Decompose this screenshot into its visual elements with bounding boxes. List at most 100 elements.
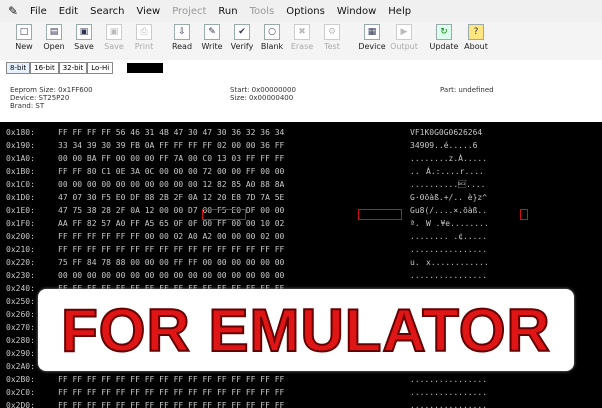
menu-options[interactable]: Options (280, 6, 331, 17)
erase-button[interactable]: ✖ Erase (288, 22, 316, 58)
toolbar-button-label: Erase (290, 42, 314, 51)
hex-bytes[interactable]: FF FF FF FF 56 46 31 4B 47 30 47 30 36 3… (58, 126, 284, 139)
hex-row[interactable]: 0x180: FF FF FF FF 56 46 31 4B 47 30 47 3… (0, 126, 602, 139)
hex-bytes[interactable]: 33 34 39 30 39 FB 0A FF FF FF FF 02 00 0… (58, 139, 284, 152)
hex-address: 0x1D0: (6, 193, 35, 202)
hex-row[interactable]: 0x190: 33 34 39 30 39 FB 0A FF FF FF FF 0… (0, 139, 602, 152)
write-button[interactable]: ✎ Write (198, 22, 226, 58)
hex-ascii[interactable]: ª.W .¥e........ (410, 217, 489, 230)
toolbar-button-label: Verify (230, 42, 254, 51)
toolbar-button-label: Blank (260, 42, 284, 51)
menu-tools[interactable]: Tools (244, 6, 281, 17)
hex-address: 0x260: (6, 310, 35, 319)
hex-row[interactable]: 0x1C0: 00 00 00 00 00 00 00 00 00 00 12 8… (0, 178, 602, 191)
hex-ascii[interactable]: u.x............ (410, 256, 489, 269)
hex-ascii[interactable]: ........z.À..... (410, 152, 487, 165)
output-button[interactable]: ▶ Output (390, 22, 418, 58)
test-icon: ⚙ (324, 24, 340, 40)
tab-lohi[interactable]: Lo-Hi (87, 62, 114, 74)
hex-row[interactable]: 0x2D0: FF FF FF FF FF FF FF FF FF FF FF F… (0, 399, 602, 408)
update-button[interactable]: ↻ Update (428, 22, 460, 58)
info-middle: Start: 0x00000000 Size: 0x00000400 (230, 86, 296, 102)
device-button[interactable]: ▦ Device (356, 22, 388, 58)
verify-button[interactable]: ✔ Verify (228, 22, 256, 58)
menu-help[interactable]: Help (382, 6, 417, 17)
hex-row[interactable]: 0x1A0: 00 00 BA FF 00 00 00 FF 7A 00 C0 1… (0, 152, 602, 165)
menu-file[interactable]: File (24, 6, 53, 17)
hex-ascii[interactable]: ........ .¢..... (410, 230, 487, 243)
hex-bytes[interactable]: FF FF FF FF FF FF FF FF FF FF FF FF FF F… (58, 243, 284, 256)
hex-ascii[interactable]: ................ (410, 243, 487, 256)
tab-32bit[interactable]: 32-bit (58, 62, 88, 74)
new-button[interactable]: □ New (10, 22, 38, 58)
hex-row[interactable]: 0x220: 75 FF 84 78 88 00 00 00 FF FF 00 0… (0, 256, 602, 269)
hex-bytes[interactable]: FF FF 80 C1 0E 3A 0C 00 00 00 72 00 00 F… (58, 165, 284, 178)
device-icon: ▦ (364, 24, 380, 40)
menu-window[interactable]: Window (331, 6, 382, 17)
app-icon: ✎ (7, 4, 19, 18)
toolbar-button-label: Save (74, 42, 94, 51)
menu-edit[interactable]: Edit (53, 6, 84, 17)
read-button[interactable]: ⇩ Read (168, 22, 196, 58)
hex-bytes[interactable]: FF FF FF FF FF FF FF FF FF FF FF FF FF F… (58, 399, 284, 408)
toolbar-button-label: New (15, 42, 33, 51)
hex-row[interactable]: 0x1B0: FF FF 80 C1 0E 3A 0C 00 00 00 72 0… (0, 165, 602, 178)
hex-ascii[interactable]: .............. (410, 178, 485, 191)
part-status: Part: undefined (440, 86, 494, 94)
hex-bytes[interactable]: FF FF FF FF FF FF FF FF FF FF FF FF FF F… (58, 386, 284, 399)
menu-project[interactable]: Project (166, 6, 212, 17)
save-as-icon: ▣ (106, 24, 122, 40)
tab-16bit[interactable]: 16-bit (30, 62, 59, 74)
menu-search[interactable]: Search (84, 6, 130, 17)
hex-row[interactable]: 0x2C0: FF FF FF FF FF FF FF FF FF FF FF F… (0, 386, 602, 399)
save-icon: ▣ (76, 24, 92, 40)
hex-bytes[interactable]: FF FF FF FF FF FF 00 00 02 A0 A2 00 00 0… (58, 230, 284, 243)
test-button[interactable]: ⚙ Test (318, 22, 346, 58)
about-button[interactable]: ? About (462, 22, 490, 58)
device-info-panel: Eeprom Size: 0x1FF600 Device: ST25P20 Br… (0, 80, 602, 122)
hex-address: 0x1F0: (6, 219, 35, 228)
hex-ascii[interactable]: ................ (410, 386, 487, 399)
hex-row[interactable]: 0x1E0: 47 75 38 28 2F 0A 12 00 00 D7 00 F… (0, 204, 602, 217)
hex-ascii[interactable]: Gu8(/....×.õàß.. (410, 204, 487, 217)
menu-run[interactable]: Run (212, 6, 243, 17)
hex-ascii[interactable]: ................ (410, 399, 487, 408)
menu-view[interactable]: View (130, 6, 166, 17)
info-left: Eeprom Size: 0x1FF600 Device: ST25P20 Br… (10, 86, 93, 110)
hex-row[interactable]: 0x2B0: FF FF FF FF FF FF FF FF FF FF FF F… (0, 373, 602, 386)
hex-ascii[interactable]: 34909..é.....6 (410, 139, 477, 152)
hex-bytes[interactable]: AA FF 82 57 A0 FF A5 65 0F 0F 00 FF 00 0… (58, 217, 284, 230)
toolbar-button-label: About (464, 42, 488, 51)
color-swatch (127, 63, 164, 73)
hex-ascii[interactable]: ..Á.:....r.... (410, 165, 484, 178)
hex-bytes[interactable]: 75 FF 84 78 88 00 00 00 FF FF 00 00 00 0… (58, 256, 284, 269)
blank-icon: ○ (264, 24, 280, 40)
hex-ascii[interactable]: ................ (410, 373, 487, 386)
hex-row[interactable]: 0x1D0: 47 07 30 F5 E0 DF 88 2B 2F 0A 12 2… (0, 191, 602, 204)
help-icon: ? (468, 24, 484, 40)
hex-row[interactable]: 0x200: FF FF FF FF FF FF 00 00 02 A0 A2 0… (0, 230, 602, 243)
buffer-size: Size: 0x00000400 (230, 94, 294, 102)
save-button[interactable]: ▣ Save (70, 22, 98, 58)
hex-bytes[interactable]: 47 75 38 28 2F 0A 12 00 00 D7 00 F5 E0 D… (58, 204, 284, 217)
blank-button[interactable]: ○ Blank (258, 22, 286, 58)
save-button[interactable]: ▣ Save (100, 22, 128, 58)
hex-bytes[interactable]: 47 07 30 F5 E0 DF 88 2B 2F 0A 12 20 E8 7… (58, 191, 284, 204)
hex-bytes[interactable]: 00 00 00 00 00 00 00 00 00 00 12 82 85 A… (58, 178, 284, 191)
hex-bytes[interactable]: 00 00 00 00 00 00 00 00 00 00 00 00 00 0… (58, 269, 284, 282)
highlight-box (358, 209, 402, 220)
hex-ascii[interactable]: G·0õàß.+/.. è}z^ (410, 191, 487, 204)
hex-ascii[interactable]: VF1K0G0G0626264 (410, 126, 482, 139)
hex-address: 0x190: (6, 141, 35, 150)
hex-ascii[interactable]: ................ (410, 269, 487, 282)
hex-bytes[interactable]: 00 00 BA FF 00 00 00 FF 7A 00 C0 13 03 F… (58, 152, 284, 165)
hex-row[interactable]: 0x210: FF FF FF FF FF FF FF FF FF FF FF F… (0, 243, 602, 256)
print-button[interactable]: ⎙ Print (130, 22, 158, 58)
hex-row[interactable]: 0x1F0: AA FF 82 57 A0 FF A5 65 0F 0F 00 F… (0, 217, 602, 230)
hex-row[interactable]: 0x230: 00 00 00 00 00 00 00 00 00 00 00 0… (0, 269, 602, 282)
tab-8bit[interactable]: 8-bit (6, 62, 31, 74)
hex-address: 0x230: (6, 271, 35, 280)
hex-address: 0x290: (6, 349, 35, 358)
open-button[interactable]: ▤ Open (40, 22, 68, 58)
hex-bytes[interactable]: FF FF FF FF FF FF FF FF FF FF FF FF FF F… (58, 373, 284, 386)
